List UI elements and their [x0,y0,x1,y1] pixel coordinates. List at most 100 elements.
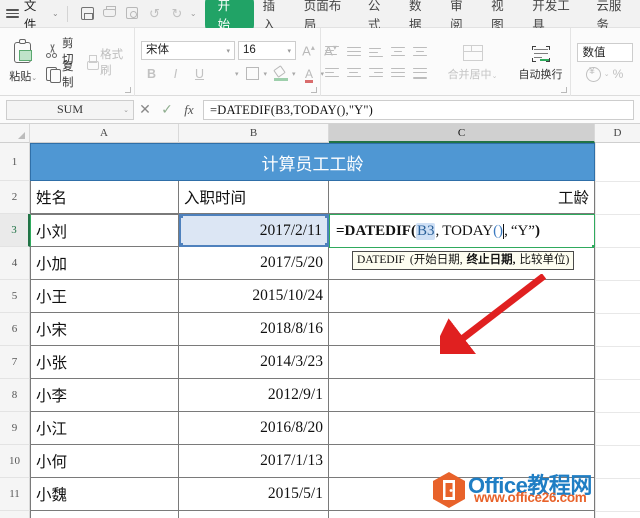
row-header-7[interactable]: 7 [0,346,30,379]
cell-b5[interactable]: 2015/10/24 [179,280,329,313]
font-expander-icon[interactable] [311,87,317,93]
row-header-2[interactable]: 2 [0,181,30,214]
chevron-down-icon[interactable]: ▾ [287,47,291,55]
align-center-button[interactable] [344,65,364,82]
row-header-1[interactable]: 1 [0,143,30,181]
cell-b7[interactable]: 2014/3/23 [179,346,329,379]
row-header-6[interactable]: 6 [0,313,30,346]
wrap-text-button[interactable]: 自动换行 [512,43,570,82]
paste-button[interactable]: 粘贴⌄ [6,39,40,84]
header-cell-hire-date[interactable]: 入职时间 [179,181,329,214]
increase-font-size-button[interactable]: A▴ [299,43,318,58]
cell-c7[interactable] [329,346,595,379]
title-cell[interactable]: 计算员工工龄 [30,143,595,181]
decrease-indent-button[interactable] [388,43,408,60]
save-icon[interactable] [78,4,96,24]
percent-format-button[interactable]: % [613,67,624,81]
chevron-down-icon[interactable]: ⌄ [123,106,129,114]
chevron-down-icon[interactable]: ▾ [264,70,268,78]
align-right-button[interactable] [366,65,386,82]
align-middle-button[interactable] [344,43,364,60]
row-header-11[interactable]: 11 [0,478,30,511]
cell-c6[interactable] [329,313,595,346]
column-header-b[interactable]: B [179,124,329,143]
cell-c10[interactable] [329,445,595,478]
align-bottom-button[interactable] [366,43,386,60]
chevron-down-icon[interactable]: ⌄ [492,73,498,80]
insert-function-icon[interactable]: fx [178,102,200,118]
italic-button[interactable]: I [165,64,186,83]
cell-a12[interactable]: 小陈 [30,511,179,518]
align-top-button[interactable] [322,43,342,60]
confirm-formula-button[interactable]: ✓ [156,101,178,118]
cell-a10[interactable]: 小何 [30,445,179,478]
cell-b12[interactable]: 2013/10/10 [179,511,329,518]
cell-a5[interactable]: 小王 [30,280,179,313]
justify-button[interactable] [388,65,408,82]
cell-a8[interactable]: 小李 [30,379,179,412]
copy-button[interactable]: 复制 [44,61,80,89]
distribute-button[interactable] [410,65,430,82]
cell-c9[interactable] [329,412,595,445]
alignment-expander-icon[interactable] [561,87,567,93]
font-size-combo[interactable]: 16 ▾ [238,41,296,60]
underline-button[interactable]: U [189,64,210,83]
cell-c12[interactable] [329,511,595,518]
cell-b4[interactable]: 2017/5/20 [179,247,329,280]
undo-icon[interactable]: ↺ [145,4,163,24]
hamburger-icon[interactable] [6,9,19,18]
cell-a9[interactable]: 小江 [30,412,179,445]
name-box[interactable]: SUM ⌄ [6,99,134,120]
number-format-combo[interactable]: 数值 [576,42,633,62]
header-cell-name[interactable]: 姓名 [30,181,179,214]
borders-button[interactable] [135,64,640,518]
font-color-button[interactable]: A [299,64,320,83]
row-header-8[interactable]: 8 [0,379,30,412]
merge-center-button[interactable]: 合并居中⌄ [444,43,502,82]
cell-c8[interactable] [329,379,595,412]
row-header-4[interactable]: 4 [0,247,30,280]
align-left-button[interactable] [322,65,342,82]
chevron-down-icon[interactable]: ▾ [235,70,239,78]
increase-indent-button[interactable] [410,43,430,60]
fill-color-button[interactable] [270,64,291,83]
cell-b8[interactable]: 2012/9/1 [179,379,329,412]
chevron-down-icon[interactable]: ⌄ [604,70,610,78]
print-preview-icon[interactable] [123,4,141,24]
row-header-5[interactable]: 5 [0,280,30,313]
header-cell-seniority[interactable]: 工龄 [329,181,595,214]
cell-b9[interactable]: 2016/8/20 [179,412,329,445]
cell-a3[interactable]: 小刘 [30,214,179,247]
chevron-down-icon[interactable]: ⌄ [31,75,37,82]
font-name-combo[interactable]: 宋体 ▾ [141,41,235,60]
row-header-10[interactable]: 10 [0,445,30,478]
currency-format-icon[interactable] [585,66,601,82]
cell-a6[interactable]: 小宋 [30,313,179,346]
cell-c3-editing[interactable]: =DATEDIF(B3, TODAY(), “Y”) [329,214,595,248]
formula-input[interactable]: =DATEDIF(B3,TODAY(),"Y") [203,99,634,120]
cell-b10[interactable]: 2017/1/13 [179,445,329,478]
customize-toolbar-icon[interactable]: ⌄ [190,9,197,18]
clipboard-expander-icon[interactable] [125,87,131,93]
column-header-d[interactable]: D [595,124,640,143]
cell-a7[interactable]: 小张 [30,346,179,379]
cell-style-button[interactable] [242,64,263,83]
column-header-c[interactable]: C [329,124,595,143]
redo-icon[interactable]: ↻ [167,4,185,24]
cell-c5[interactable] [329,280,595,313]
chevron-down-icon[interactable]: ▾ [226,47,230,55]
reference-handle[interactable] [181,216,183,218]
row-header-9[interactable]: 9 [0,412,30,445]
select-all-corner[interactable] [0,124,30,143]
row-header-12[interactable]: 12 [0,511,30,518]
cancel-formula-button[interactable]: ✕ [134,101,156,118]
cell-a11[interactable]: 小魏 [30,478,179,511]
cell-c11[interactable] [329,478,595,511]
row-header-3[interactable]: 3 [0,214,30,247]
cell-a4[interactable]: 小加 [30,247,179,280]
chevron-down-icon[interactable]: ⌄ [52,9,59,18]
cell-b6[interactable]: 2018/8/16 [179,313,329,346]
chevron-down-icon[interactable]: ▾ [292,70,296,78]
cell-b3-reference[interactable]: 2017/2/11 [179,214,329,247]
cell-b11[interactable]: 2015/5/1 [179,478,329,511]
